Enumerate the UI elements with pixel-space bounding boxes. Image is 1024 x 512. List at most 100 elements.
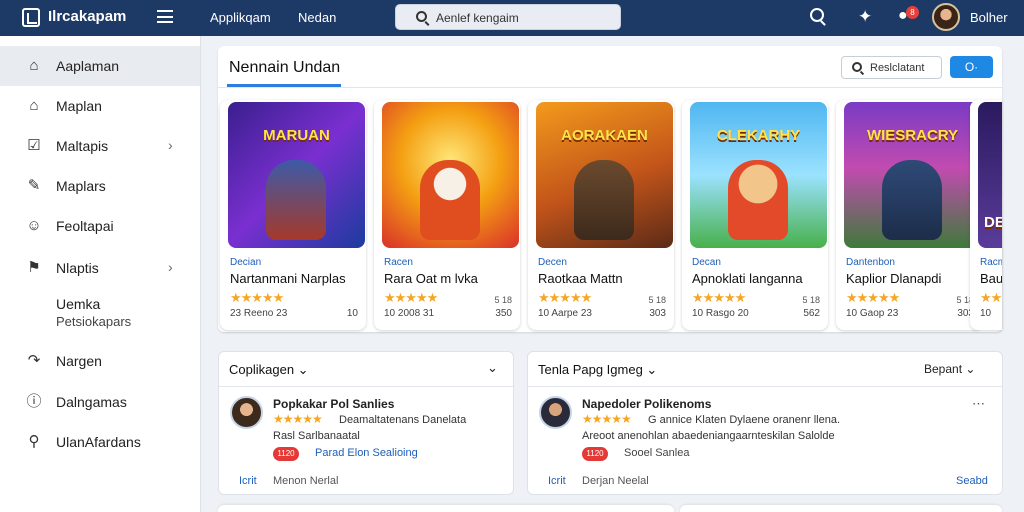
brand-name[interactable]: Ilrcakapam <box>48 8 126 25</box>
game-hero-image <box>574 160 634 240</box>
game-card[interactable]: Racen Rara Oat m lvka ★★★★★ 5 18 10 2008… <box>374 100 520 330</box>
game-card[interactable]: CLEKARHY Decan Apnoklati langanna ★★★★★ … <box>682 100 828 330</box>
game-card[interactable]: AORAKAEN Decen Raotkaa Mattn ★★★★★ 5 18 … <box>528 100 674 330</box>
item-description: G annice Klaten Dylaene oranenr llena. <box>648 414 841 426</box>
game-card[interactable]: WIESRACRY Dantenbon Kaplior Dlanapdi ★★★… <box>836 100 982 330</box>
item-link[interactable]: Sooel Sanlea <box>624 447 689 459</box>
game-thumbnail <box>382 102 519 248</box>
menu-icon[interactable] <box>157 10 173 23</box>
footer-link[interactable]: Icrit <box>239 475 257 487</box>
sidebar-item-label: Maplars <box>56 178 106 194</box>
game-thumbnail: MARUAN <box>228 102 365 248</box>
next-card <box>680 505 1002 512</box>
search-icon <box>416 11 427 22</box>
panel-left: Coplikagen ⌄ ⌄ Popkakar Pol Sanlies ★★★★… <box>218 351 514 495</box>
sidebar-item-label: Uemka Petsiokapars <box>56 296 131 330</box>
flag-icon: ⚑ <box>27 259 41 276</box>
chevron-down-icon[interactable]: ⌄ <box>487 360 498 376</box>
nav-link-apps[interactable]: Applikqam <box>210 10 271 25</box>
sidebar-item-label: Maplan <box>56 98 102 114</box>
star-rating: ★★★★★ <box>384 290 438 305</box>
user-name[interactable]: Bolher <box>970 10 1008 25</box>
sidebar-item-ulanafardans[interactable]: ⚲ UlanAfardans <box>0 422 200 462</box>
panel-title[interactable]: Tenla Papg Igmeg ⌄ <box>538 362 657 378</box>
author-avatar[interactable] <box>230 396 263 429</box>
game-hero-image <box>266 160 326 240</box>
footer-text: Menon Nerlal <box>273 475 339 487</box>
nav-link-news[interactable]: Nedan <box>298 10 336 25</box>
puzzle-icon[interactable]: ✦ <box>858 8 872 25</box>
sidebar-item-maltapis[interactable]: ☑ Maltapis › <box>0 126 200 166</box>
user-avatar[interactable] <box>932 3 960 31</box>
game-category: Racm <box>980 257 1002 268</box>
item-detail: Rasl Sarlbanaatal <box>273 430 360 442</box>
sidebar-item-nlaptis[interactable]: ⚑ Nlaptis › <box>0 248 200 288</box>
sidebar-item-nargen[interactable]: ↷ Nargen <box>0 341 200 381</box>
action-button[interactable]: O· <box>950 56 993 78</box>
game-meta: 10 2008 31 <box>384 308 435 319</box>
game-category: Racen <box>384 257 413 268</box>
game-hero-image <box>728 160 788 240</box>
sidebar-item-label: UlanAfardans <box>56 434 141 450</box>
game-thumbnail: CLEKARHY <box>690 102 827 248</box>
game-meta: 10 Rasgo 20 <box>692 308 749 319</box>
sidebar-item-label: Nlaptis <box>56 260 99 276</box>
game-meta: 23 Reeno 23 <box>230 308 288 319</box>
sidebar-item-home[interactable]: ⌂ Aaplaman <box>0 46 200 86</box>
chevron-down-icon: ⌄ <box>965 362 976 376</box>
sidebar-item-label: Feoltapai <box>56 218 114 234</box>
game-meta: 10 <box>980 308 992 319</box>
star-rating: ★★★★★ <box>582 412 632 426</box>
game-category: Decian <box>230 257 262 268</box>
status-badge: 1120 <box>582 447 608 461</box>
status-badge: 1120 <box>273 447 299 461</box>
top-bar: Ilrcakapam Applikqam Nedan ✦ ● 8 Bolher <box>0 0 1024 36</box>
search-input[interactable] <box>436 9 616 26</box>
alert-icon: ⓘ <box>26 393 42 410</box>
filter-button[interactable]: Reslclatant <box>841 56 942 79</box>
star-rating: ★★★★★ <box>846 290 900 305</box>
panel-action-label: Bepant <box>924 362 963 376</box>
rating-count: 5 18 <box>494 295 512 305</box>
game-name: Kaplior Dlanapdi <box>846 271 942 286</box>
item-link[interactable]: Parad Elon Sealioing <box>315 447 418 459</box>
sidebar-item-feoltapai[interactable]: ☺ Feoltapai <box>0 206 200 246</box>
footer-link[interactable]: Icrit <box>548 475 566 487</box>
game-hero-image <box>420 160 480 240</box>
game-card[interactable]: MARUAN Decian Nartanmani Narplas ★★★★★ 2… <box>220 100 366 330</box>
panel-title[interactable]: Coplikagen ⌄ <box>229 362 309 378</box>
search-icon <box>852 62 862 72</box>
game-art-title: WIESRACRY <box>866 127 959 144</box>
game-hero-image <box>882 160 942 240</box>
game-art-title: DE <box>984 214 1002 231</box>
chevron-down-icon: ⌄ <box>646 362 658 377</box>
game-meta-right: 303 <box>649 308 666 319</box>
chevron-down-icon: ⌄ <box>297 362 309 377</box>
app-logo-icon[interactable] <box>22 8 40 27</box>
footer-action-link[interactable]: Seabd <box>956 475 988 487</box>
game-meta: 10 Aarpe 23 <box>538 308 592 319</box>
game-category: Decan <box>692 257 721 268</box>
item-name[interactable]: Popkakar Pol Sanlies <box>273 397 394 411</box>
section-title: Nennain Undan <box>229 59 341 76</box>
chevron-right-icon: › <box>168 137 173 153</box>
author-avatar[interactable] <box>539 396 572 429</box>
sidebar-item-label-main: Uemka <box>56 296 101 312</box>
game-category: Dantenbon <box>846 257 895 268</box>
sidebar-item-dalngamas[interactable]: ⓘ Dalngamas <box>0 382 200 422</box>
sidebar-item-label: Maltapis <box>56 138 109 154</box>
panel-right: Tenla Papg Igmeg ⌄ Bepant ⌄ Napedoler Po… <box>527 351 1003 495</box>
game-card-partial[interactable]: DE Racm Bau ★★ 10 <box>970 100 1002 330</box>
sidebar-item-maplars[interactable]: ✎ Maplars <box>0 166 200 206</box>
star-rating: ★★★★★ <box>538 290 592 305</box>
sidebar-item-label: Aaplaman <box>56 58 120 74</box>
item-description: Deamaltatenans Danelata <box>339 414 467 426</box>
more-icon[interactable]: ⋯ <box>972 396 985 412</box>
sidebar-item-maplan[interactable]: ⌂ Maplan <box>0 86 200 126</box>
sidebar-item-uemka[interactable]: Uemka Petsiokapars <box>0 294 200 334</box>
item-name[interactable]: Napedoler Polikenoms <box>582 397 711 411</box>
panel-action[interactable]: Bepant ⌄ <box>924 362 975 376</box>
search-icon[interactable] <box>810 8 824 22</box>
rating-count: 5 18 <box>648 295 666 305</box>
search-bar[interactable] <box>395 4 621 30</box>
